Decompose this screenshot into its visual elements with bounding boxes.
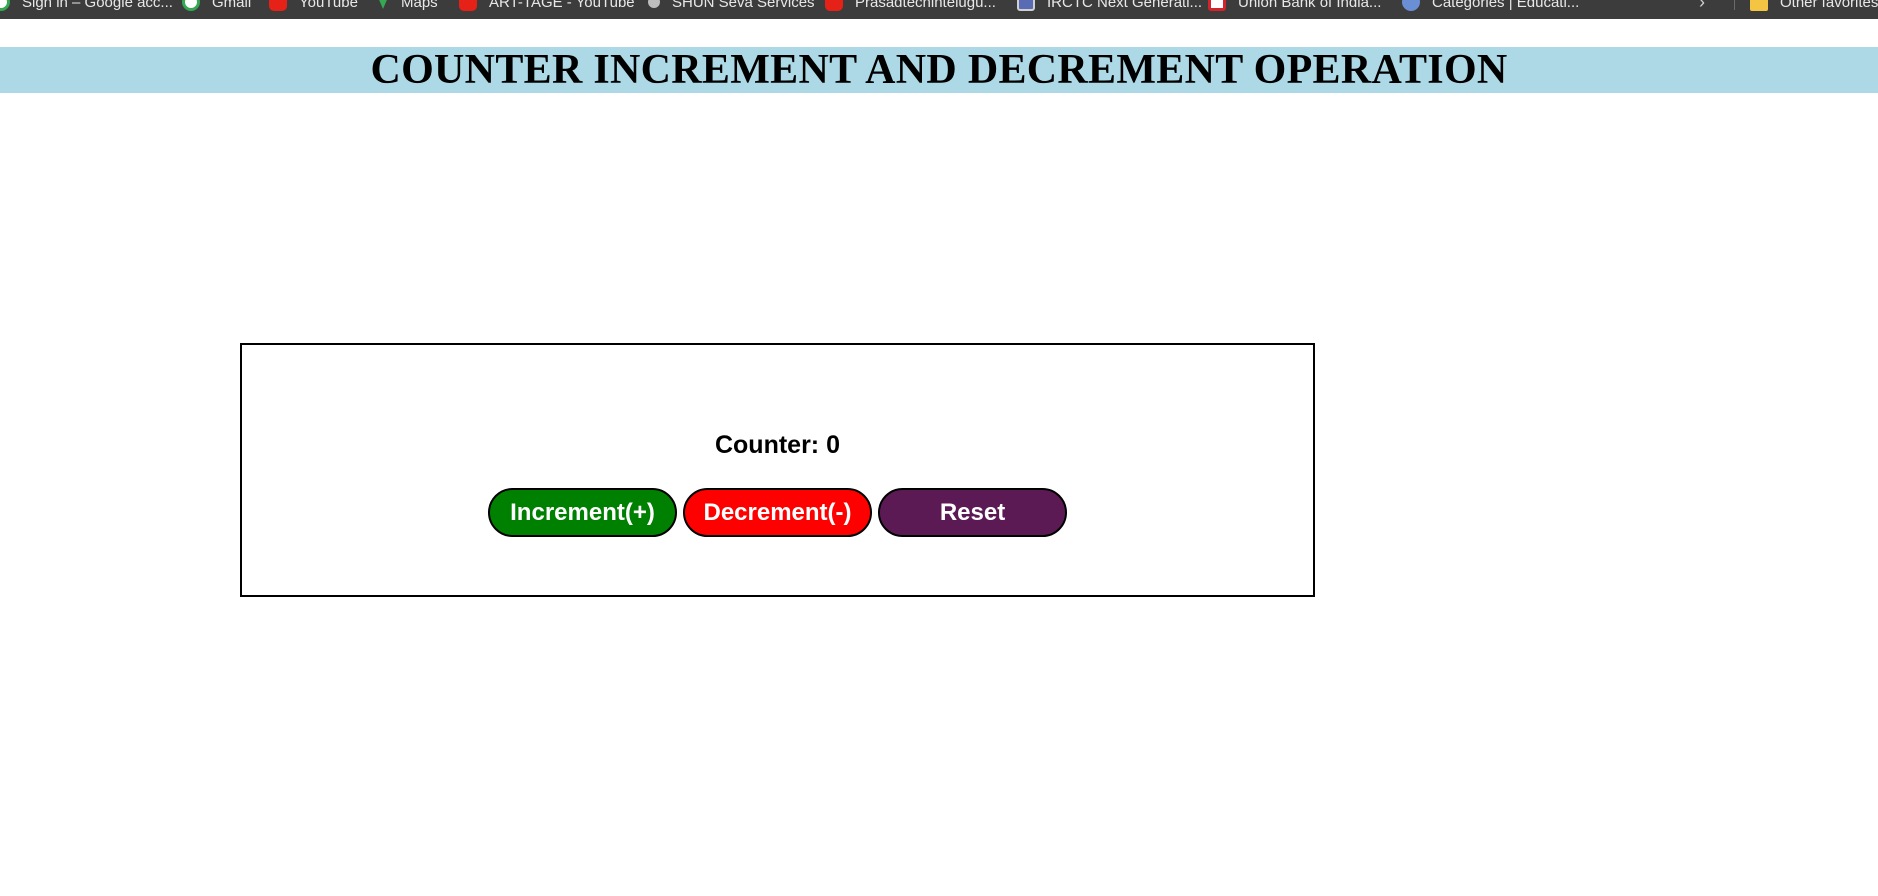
bookmark-other-favorites[interactable]: Other favorites xyxy=(1750,0,1878,12)
bookmark-label: Categories | Educati... xyxy=(1432,0,1580,11)
counter-container: Counter: 0 Increment(+) Decrement(-) Res… xyxy=(240,343,1315,597)
bookmark-label: Gmail xyxy=(212,0,252,11)
button-row: Increment(+) Decrement(-) Reset xyxy=(242,488,1313,537)
bookmark-art-tage[interactable]: ART-TAGE - YouTube xyxy=(459,0,635,12)
bookmark-youtube[interactable]: YouTube xyxy=(269,0,358,12)
reset-button[interactable]: Reset xyxy=(878,488,1067,537)
bookmark-label: Union Bank of India... xyxy=(1238,0,1382,11)
bookmark-label: IRCTC Next Generati... xyxy=(1047,0,1203,11)
counter-value: 0 xyxy=(826,431,840,459)
bookmark-union-bank[interactable]: Union Bank of India... xyxy=(1208,0,1381,12)
bookmark-seva-services[interactable]: SHUN Seva Services xyxy=(648,0,815,12)
increment-button[interactable]: Increment(+) xyxy=(488,488,677,537)
page-title: COUNTER INCREMENT AND DECREMENT OPERATIO… xyxy=(370,47,1508,93)
bookmark-google-signin[interactable]: Sign in – Google acc... xyxy=(0,0,173,12)
google-icon xyxy=(0,0,10,11)
bookmarks-divider xyxy=(1734,0,1735,10)
bookmark-label: Maps xyxy=(401,0,438,11)
union-bank-icon xyxy=(1208,0,1226,11)
bookmark-prasadtech[interactable]: Prasadtechintelugu... xyxy=(825,0,996,12)
bookmark-label: Prasadtechintelugu... xyxy=(855,0,996,11)
page-header: COUNTER INCREMENT AND DECREMENT OPERATIO… xyxy=(0,47,1878,93)
gear-icon xyxy=(1402,0,1420,11)
site-icon xyxy=(648,0,660,8)
youtube-icon xyxy=(825,0,843,11)
youtube-icon xyxy=(459,0,477,11)
bookmark-categories[interactable]: Categories | Educati... xyxy=(1402,0,1579,12)
bookmark-label: Sign in – Google acc... xyxy=(22,0,173,11)
youtube-icon xyxy=(269,0,287,11)
bookmark-label: ART-TAGE - YouTube xyxy=(489,0,635,11)
gmail-icon xyxy=(182,0,200,11)
bookmark-maps[interactable]: Maps xyxy=(377,0,438,12)
folder-icon xyxy=(1750,0,1768,11)
bookmark-label: SHUN Seva Services xyxy=(672,0,815,11)
counter-display: Counter: 0 xyxy=(242,431,1313,460)
counter-label: Counter: xyxy=(714,431,820,459)
bookmark-label: Other favorites xyxy=(1780,0,1878,11)
irctc-icon xyxy=(1017,0,1035,11)
bookmark-label: YouTube xyxy=(299,0,358,11)
maps-icon xyxy=(377,0,389,9)
bookmarks-bar: Sign in – Google acc... Gmail YouTube Ma… xyxy=(0,0,1878,19)
decrement-button[interactable]: Decrement(-) xyxy=(683,488,872,537)
bookmark-irctc[interactable]: IRCTC Next Generati... xyxy=(1017,0,1202,12)
chevron-right-icon[interactable]: › xyxy=(1699,0,1705,13)
bookmark-gmail[interactable]: Gmail xyxy=(182,0,251,12)
